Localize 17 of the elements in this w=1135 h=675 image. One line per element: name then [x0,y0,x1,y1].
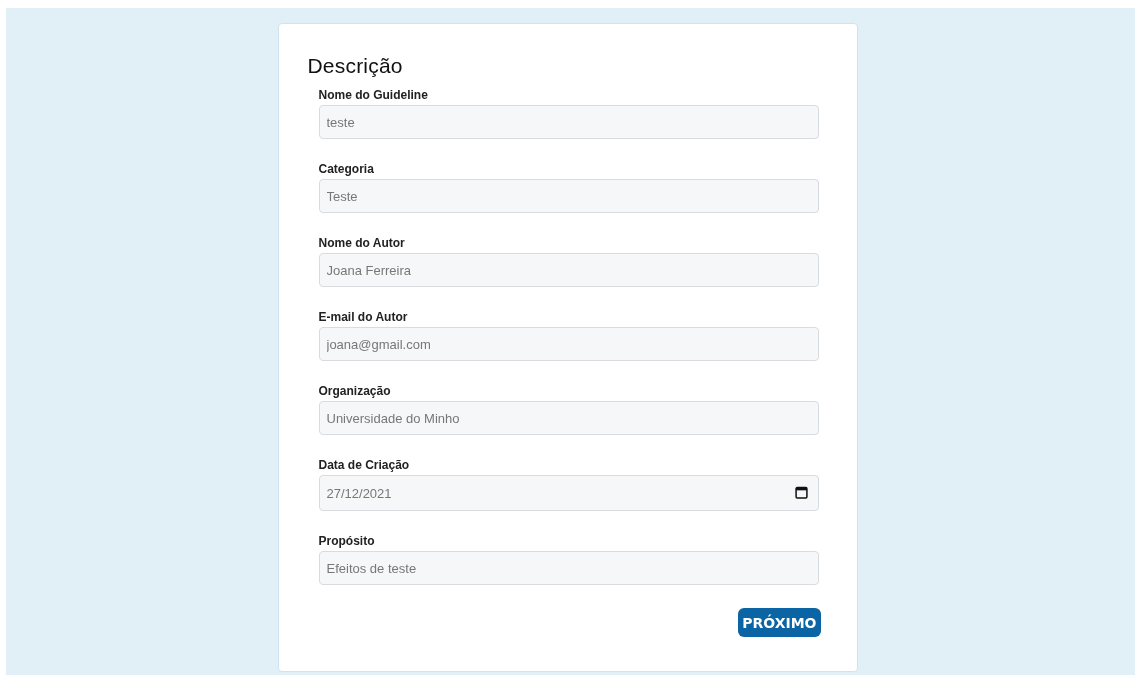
input-field[interactable]: joana@gmail.com [318,327,819,361]
field-label: Categoria [318,162,374,176]
input-field[interactable]: teste [318,105,819,139]
input-field[interactable]: Efeitos de teste [318,551,819,585]
form-title: Descrição [307,54,404,78]
date-field[interactable]: 27/12/2021 [318,475,819,511]
field-label: Propósito [318,534,375,548]
field-label: E-mail do Autor [318,310,408,324]
field-label: Organização [318,384,391,398]
field-label: Data de Criação [318,458,410,472]
field-label: Nome do Guideline [318,88,428,102]
input-field[interactable]: Universidade do Minho [318,401,819,435]
next-button[interactable]: PRÓXIMO [738,608,821,637]
calendar-icon[interactable] [794,486,808,499]
input-field[interactable]: Teste [318,179,819,213]
input-field[interactable]: Joana Ferreira [318,253,819,287]
field-label: Nome do Autor [318,236,405,250]
